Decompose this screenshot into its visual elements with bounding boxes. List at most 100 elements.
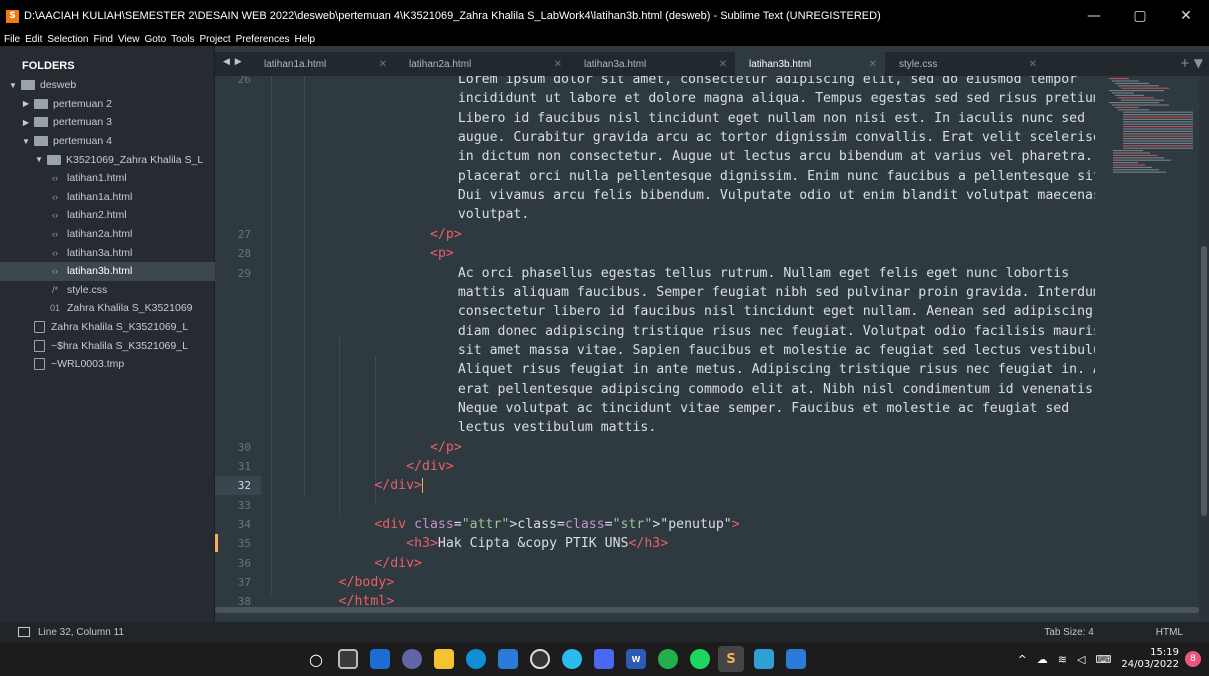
code-line[interactable]: <div class="attr">class=class="str">"pen…	[374, 515, 739, 534]
chevron-right-icon[interactable]: ▶	[21, 99, 31, 108]
code-line[interactable]: </div>	[374, 476, 423, 495]
menu-goto[interactable]: Goto	[144, 34, 166, 45]
notepad-icon[interactable]	[786, 649, 806, 669]
search-icon[interactable]: ○	[306, 649, 326, 669]
code-line[interactable]: diam donec adipiscing tristique risus ne…	[458, 322, 1095, 341]
close-icon[interactable]: ✕	[1163, 0, 1209, 32]
notification-badge[interactable]: 8	[1185, 651, 1201, 667]
code-line[interactable]: Aliquet risus feugiat in ante metus. Adi…	[458, 360, 1095, 379]
tray-chevron-icon[interactable]: ^	[1018, 653, 1027, 666]
microsoft-store-icon[interactable]	[498, 649, 518, 669]
syntax-mode[interactable]: HTML	[1156, 627, 1183, 638]
sidebar-item[interactable]: ‹› latihan2.html	[0, 206, 215, 225]
sidebar-item[interactable]: ‹› latihan1a.html	[0, 188, 215, 207]
code-line[interactable]: placerat orci nulla pellentesque digniss…	[458, 167, 1095, 186]
code-line[interactable]: Dui vivamus arcu felis bibendum. Vulputa…	[458, 186, 1095, 205]
menu-selection[interactable]: Selection	[47, 34, 88, 45]
code-editor[interactable]: 26 Lorem ipsum dolor sit amet, consectetu…	[215, 76, 1095, 622]
file-explorer-icon[interactable]	[434, 649, 454, 669]
horizontal-scrollbar[interactable]	[215, 606, 1199, 614]
menu-preferences[interactable]: Preferences	[236, 34, 290, 45]
tab-style-css[interactable]: style.css ✕	[885, 52, 1045, 76]
chrome-icon[interactable]	[562, 649, 582, 669]
minimize-icon[interactable]: —	[1071, 0, 1117, 32]
code-line[interactable]: </div>	[374, 554, 422, 573]
sidebar-item[interactable]: ~$hra Khalila S_K3521069_L	[0, 336, 215, 355]
sidebar-item[interactable]: ▼ K3521069_Zahra Khalila S_L	[0, 150, 215, 169]
sidebar-item[interactable]: ▼ pertemuan 4	[0, 132, 215, 151]
tab-close-icon[interactable]: ✕	[379, 59, 387, 70]
onedrive-icon[interactable]: ☁	[1037, 653, 1048, 666]
sidebar-item[interactable]: /* style.css	[0, 281, 215, 300]
menu-file[interactable]: File	[4, 34, 20, 45]
code-line[interactable]: mattis aliquam faucibus. Semper feugiat …	[458, 283, 1095, 302]
code-line[interactable]: Neque volutpat ac tincidunt vitae semper…	[458, 399, 1069, 418]
tab-nav-arrows[interactable]: ◀ ▶	[223, 57, 243, 67]
chevron-down-icon[interactable]: ▼	[34, 155, 44, 164]
sidebar-item[interactable]: ▶ pertemuan 2	[0, 95, 215, 114]
code-line[interactable]: Lorem ipsum dolor sit amet, consectetur …	[458, 76, 1077, 89]
teams-chat-icon[interactable]	[402, 649, 422, 669]
vertical-scrollbar[interactable]	[1199, 76, 1209, 622]
code-line[interactable]: </p>	[430, 225, 462, 244]
tab-latihan3a-html[interactable]: latihan3a.html ✕	[570, 52, 735, 76]
code-line[interactable]: augue. Curabitur gravida arcu ac tortor …	[458, 128, 1095, 147]
clock[interactable]: 15:19 24/03/2022	[1121, 647, 1179, 671]
chevron-right-icon[interactable]: ▶	[21, 118, 31, 127]
tab-latihan2a-html[interactable]: latihan2a.html ✕	[395, 52, 570, 76]
sidebar-item[interactable]: 01 Zahra Khalila S_K3521069	[0, 299, 215, 318]
chevron-down-icon[interactable]: ▼	[21, 137, 31, 146]
menu-edit[interactable]: Edit	[25, 34, 42, 45]
whatsapp-icon[interactable]	[658, 649, 678, 669]
github-icon[interactable]	[530, 649, 550, 669]
menu-tools[interactable]: Tools	[171, 34, 194, 45]
code-line[interactable]: <p>	[430, 244, 454, 263]
widgets-icon[interactable]	[370, 649, 390, 669]
code-line[interactable]: lectus vestibulum mattis.	[458, 418, 657, 437]
code-line[interactable]: erat pellentesque adipiscing commodo eli…	[458, 380, 1095, 399]
menu-find[interactable]: Find	[94, 34, 113, 45]
sublime-text-taskbar-icon[interactable]: S	[718, 646, 744, 672]
maximize-icon[interactable]: ▢	[1117, 0, 1163, 32]
code-line[interactable]: Libero id faucibus nisl tincidunt eget n…	[458, 109, 1085, 128]
volume-icon[interactable]: ◁	[1077, 653, 1085, 666]
code-line[interactable]: in dictum non consectetur. Augue ut lect…	[458, 147, 1095, 166]
code-line[interactable]: </body>	[339, 573, 395, 592]
tab-add-menu[interactable]: + ▼	[1180, 56, 1203, 70]
wifi-icon[interactable]: ≋	[1058, 653, 1067, 666]
sidebar-item[interactable]: ‹› latihan3b.html	[0, 261, 215, 281]
tab-close-icon[interactable]: ✕	[869, 59, 877, 70]
panel-toggle-icon[interactable]	[18, 627, 30, 637]
code-line[interactable]: <h3>Hak Cipta &copy PTIK UNS</h3>	[406, 534, 668, 553]
menu-view[interactable]: View	[118, 34, 140, 45]
code-line[interactable]: </div>	[406, 457, 454, 476]
sidebar-item[interactable]: ‹› latihan1.html	[0, 169, 215, 188]
tab-latihan3b-html[interactable]: latihan3b.html ✕	[735, 52, 885, 76]
windows-start-icon[interactable]	[274, 649, 294, 669]
code-line[interactable]: Ac orci phasellus egestas tellus rutrum.…	[458, 264, 1069, 283]
vscroll-thumb[interactable]	[1201, 246, 1207, 516]
copilot-icon[interactable]	[754, 649, 774, 669]
code-line[interactable]: consectetur libero id faucibus nisl tinc…	[458, 302, 1093, 321]
minimap[interactable]	[1103, 76, 1199, 622]
code-line[interactable]: sit amet massa vitae. Sapien faucibus et…	[458, 341, 1095, 360]
tab-size[interactable]: Tab Size: 4	[1044, 627, 1093, 638]
hscroll-thumb[interactable]	[215, 607, 1199, 613]
code-line[interactable]: volutpat.	[458, 205, 529, 224]
menu-help[interactable]: Help	[295, 34, 316, 45]
ime-icon[interactable]: ⌨	[1095, 653, 1111, 666]
sidebar-item[interactable]: ~WRL0003.tmp	[0, 355, 215, 374]
zoom-icon[interactable]	[594, 649, 614, 669]
spotify-icon[interactable]	[690, 649, 710, 669]
tab-close-icon[interactable]: ✕	[719, 59, 727, 70]
word-icon[interactable]: W	[626, 649, 646, 669]
code-line[interactable]: </p>	[430, 438, 462, 457]
sidebar-item[interactable]: ▼ desweb	[0, 76, 215, 95]
code-line[interactable]: incididunt ut labore et dolore magna ali…	[458, 89, 1095, 108]
edge-browser-icon[interactable]	[466, 649, 486, 669]
tab-latihan1a-html[interactable]: latihan1a.html ✕	[250, 52, 395, 76]
sidebar-item[interactable]: ‹› latihan2a.html	[0, 225, 215, 244]
task-view-icon[interactable]	[338, 649, 358, 669]
sidebar-item[interactable]: ‹› latihan3a.html	[0, 243, 215, 262]
chevron-down-icon[interactable]: ▼	[8, 81, 18, 90]
